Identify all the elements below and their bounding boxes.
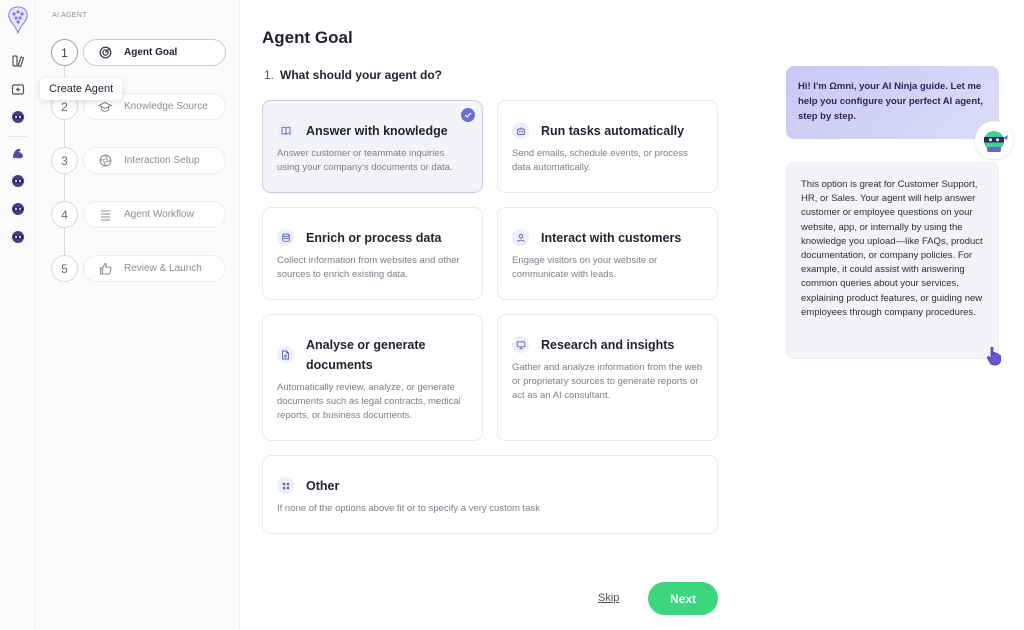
option-description: If none of the options above fit or to s… <box>277 503 540 514</box>
skip-link[interactable]: Skip <box>598 592 619 604</box>
next-button[interactable]: Next <box>648 582 718 615</box>
option-description: Engage visitors on your website or commu… <box>512 255 658 280</box>
option-title: Interact with customers <box>541 231 682 245</box>
section-label: AI AGENT <box>52 12 87 19</box>
option-description: Gather and analyze information from the … <box>512 362 703 401</box>
option-title: Answer with knowledge <box>306 124 448 138</box>
step-interaction-setup[interactable]: Interaction Setup <box>83 147 226 174</box>
step-label: Knowledge Source <box>124 101 208 112</box>
brand-logo-icon[interactable] <box>7 6 29 35</box>
selected-check-icon <box>461 108 475 122</box>
database-icon <box>277 229 294 246</box>
question-heading: 1. What should your agent do? <box>264 68 442 82</box>
user-icon <box>512 229 529 246</box>
step-review-launch[interactable]: Review & Launch <box>83 255 226 282</box>
step-connector <box>64 227 65 255</box>
option-enrich-or-process-data[interactable]: Enrich or process data Collect informati… <box>262 207 483 300</box>
step-4-number[interactable]: 4 <box>51 201 78 228</box>
grid-dots-icon <box>277 477 294 494</box>
step-connector <box>64 119 65 147</box>
option-description: Automatically review, analyze, or genera… <box>277 382 461 421</box>
option-run-tasks-automatically[interactable]: Run tasks automatically Send emails, sch… <box>497 100 718 193</box>
list-lines-icon <box>98 208 112 222</box>
assistant-info: This option is great for Customer Suppor… <box>786 162 999 359</box>
icon-rail <box>0 0 36 630</box>
option-title: Other <box>306 479 340 493</box>
aperture-icon <box>98 154 112 168</box>
create-agent-tooltip: Create Agent <box>40 78 123 100</box>
ninja-agent-icon[interactable] <box>9 172 27 190</box>
target-icon <box>98 46 112 60</box>
step-5-number[interactable]: 5 <box>51 255 78 282</box>
document-icon <box>277 346 294 363</box>
step-connector <box>64 173 65 201</box>
ninja-agent-icon[interactable] <box>9 200 27 218</box>
step-agent-goal[interactable]: Agent Goal <box>83 39 226 66</box>
assistant-greeting: Hi! I'm Ωmni, your AI Ninja guide. Let m… <box>786 66 999 139</box>
option-other[interactable]: Other If none of the options above fit o… <box>262 455 718 534</box>
ninja-agent-icon[interactable] <box>9 108 27 126</box>
question-text: What should your agent do? <box>280 68 443 82</box>
option-interact-with-customers[interactable]: Interact with customers Engage visitors … <box>497 207 718 300</box>
option-title: Enrich or process data <box>306 231 442 245</box>
muscle-agent-icon[interactable] <box>9 144 27 162</box>
library-icon[interactable] <box>9 52 27 70</box>
robot-icon <box>512 122 529 139</box>
step-label: Agent Workflow <box>124 209 194 220</box>
monitor-icon <box>512 336 529 353</box>
option-answer-with-knowledge[interactable]: Answer with knowledge Answer customer or… <box>262 100 483 193</box>
rail-divider <box>8 136 28 137</box>
page-title: Agent Goal <box>262 28 353 47</box>
step-3-number[interactable]: 3 <box>51 147 78 174</box>
option-analyse-or-generate-documents[interactable]: Analyse or generate documents Automatica… <box>262 314 483 441</box>
option-research-and-insights[interactable]: Research and insights Gather and analyze… <box>497 314 718 441</box>
step-label: Review & Launch <box>124 263 202 274</box>
step-label: Agent Goal <box>124 47 178 58</box>
step-label: Interaction Setup <box>124 155 200 166</box>
book-icon <box>277 122 294 139</box>
option-title: Research and insights <box>541 338 675 352</box>
ninja-agent-icon[interactable] <box>9 228 27 246</box>
thumbs-up-icon <box>98 262 112 276</box>
hand-pointer-icon <box>985 346 1003 366</box>
option-description: Send emails, schedule events, or process… <box>512 148 688 173</box>
option-title: Analyse or generate documents <box>306 338 426 372</box>
step-agent-workflow[interactable]: Agent Workflow <box>83 201 226 228</box>
graduation-cap-icon <box>98 100 112 114</box>
create-agent-icon[interactable] <box>9 80 27 98</box>
option-description: Collect information from websites and ot… <box>277 255 460 280</box>
option-description: Answer customer or teammate inquiries us… <box>277 148 453 173</box>
step-1-number[interactable]: 1 <box>51 39 78 66</box>
question-number: 1. <box>264 68 275 82</box>
option-title: Run tasks automatically <box>541 124 685 138</box>
ninja-avatar-icon <box>975 121 1013 159</box>
